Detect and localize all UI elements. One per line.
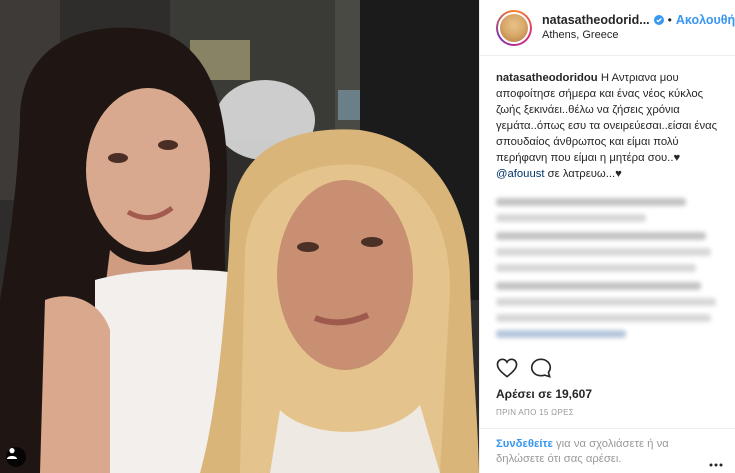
blurred-line [496, 298, 716, 306]
separator-dot: • [667, 12, 672, 27]
action-bar [496, 358, 552, 378]
blurred-line [496, 198, 686, 206]
blurred-line [496, 282, 701, 290]
login-prompt: Συνδεθείτε για να σχολιάσετε ή να δηλώσε… [480, 428, 735, 467]
heart-icon[interactable] [496, 358, 518, 378]
caption-text: Η Αντριανα μου αποφοίτησε σήμερα και ένα… [496, 72, 718, 164]
avatar[interactable] [496, 9, 532, 46]
blurred-line [496, 314, 711, 322]
header-text: natasatheodorid... • Ακολουθήστε Athens,… [542, 12, 735, 43]
blurred-line [496, 264, 696, 272]
caption-mention[interactable]: @afouust [496, 168, 545, 180]
avatar-image [498, 11, 530, 44]
blurred-line [496, 214, 646, 222]
post-sidebar: natasatheodorid... • Ακολουθήστε Athens,… [479, 0, 735, 473]
username-link[interactable]: natasatheodorid... [542, 12, 650, 28]
ellipsis-icon[interactable] [709, 463, 723, 467]
person-icon [7, 448, 17, 459]
blurred-line [496, 248, 711, 256]
post-header: natasatheodorid... • Ακολουθήστε Athens,… [480, 0, 735, 56]
comment-bubble-icon[interactable] [530, 358, 552, 378]
login-link[interactable]: Συνδεθείτε [496, 438, 553, 450]
blurred-line [496, 232, 706, 240]
likes-count[interactable]: Αρέσει σε 19,607 [496, 387, 592, 401]
caption-username[interactable]: natasatheodoridou [496, 72, 598, 84]
blurred-comments [480, 182, 735, 338]
post-photo[interactable] [0, 0, 479, 473]
location-link[interactable]: Athens, Greece [542, 28, 735, 42]
blurred-line [496, 330, 626, 338]
header-row: natasatheodorid... • Ακολουθήστε [542, 12, 735, 28]
post-timestamp: ΠΡΙΝ ΑΠΟ 15 ΩΡΕΣ [496, 408, 574, 417]
verified-badge-icon [653, 15, 664, 26]
user-tag-button[interactable] [6, 447, 26, 467]
photo-illustration [0, 0, 479, 473]
follow-button[interactable]: Ακολουθήστε [676, 12, 735, 28]
caption-tail: σε λατρευω...♥ [544, 168, 622, 180]
caption: natasatheodoridou Η Αντριανα μου αποφοίτ… [480, 56, 735, 182]
